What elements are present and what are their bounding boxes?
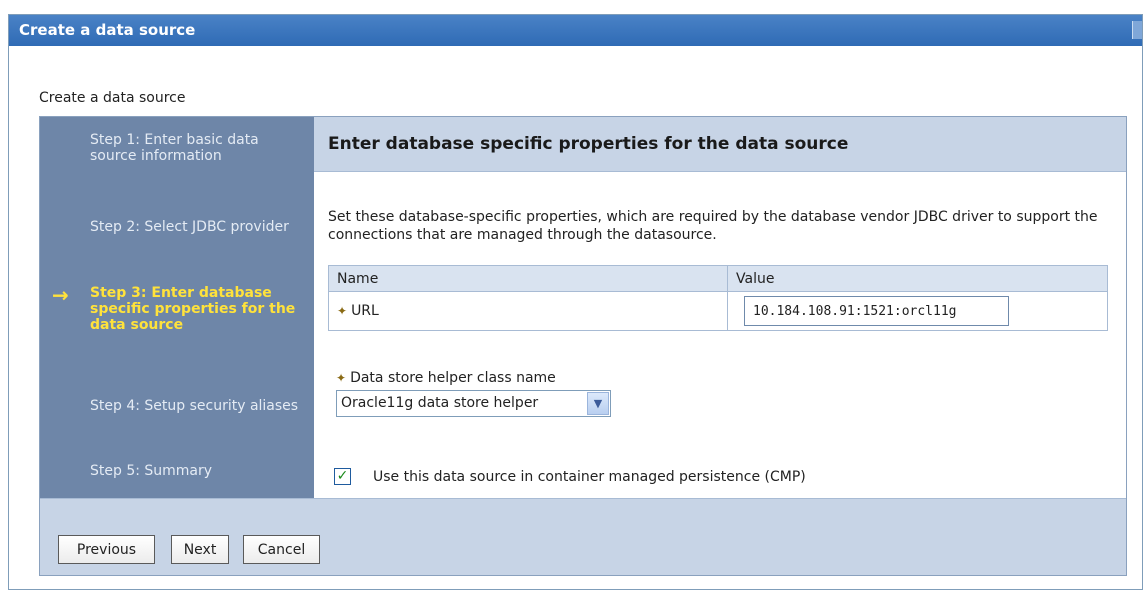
wizard-button-bar: Previous Next Cancel — [40, 498, 1126, 575]
required-icon: ✦ — [337, 304, 348, 318]
create-data-source-window: Create a data source Create a data sourc… — [8, 14, 1143, 590]
checkmark-icon: ✓ — [336, 468, 349, 484]
content-header: Enter database specific properties for t… — [314, 117, 1126, 172]
helper-class-label-text: Data store helper class name — [350, 370, 556, 386]
minimize-icon[interactable] — [1132, 21, 1142, 39]
step-2-link[interactable]: Step 2: Select JDBC provider — [90, 219, 300, 235]
step-4-link[interactable]: Step 4: Setup security aliases — [90, 398, 300, 414]
cancel-button[interactable]: Cancel — [243, 535, 320, 564]
property-value-cell — [727, 291, 1108, 331]
window-title: Create a data source — [19, 21, 196, 39]
column-header-value: Value — [727, 265, 1108, 292]
table-header-row: Name Value — [328, 265, 1108, 292]
right-arrow-icon: → — [52, 283, 69, 307]
step-content: Enter database specific properties for t… — [314, 117, 1126, 498]
window-title-bar: Create a data source — [9, 15, 1142, 46]
property-name: URL — [351, 303, 379, 319]
chevron-down-icon[interactable]: ▼ — [587, 392, 609, 415]
column-header-name: Name — [328, 265, 728, 292]
step-description: Set these database-specific properties, … — [328, 209, 1098, 243]
wizard-steps-sidebar: Step 1: Enter basic data source informat… — [40, 117, 314, 498]
helper-class-select[interactable]: Oracle11g data store helper ▼ — [336, 390, 611, 417]
step-1-link[interactable]: Step 1: Enter basic data source informat… — [90, 132, 300, 164]
wizard-panel: Step 1: Enter basic data source informat… — [39, 116, 1127, 576]
step-3-current: Step 3: Enter database specific properti… — [90, 285, 296, 333]
cmp-checkbox[interactable]: ✓ — [334, 468, 351, 485]
next-button[interactable]: Next — [171, 535, 229, 564]
cmp-checkbox-label: Use this data source in container manage… — [373, 469, 806, 485]
property-name-cell: ✦ URL — [328, 291, 728, 331]
table-row: ✦ URL — [328, 291, 1108, 331]
required-icon: ✦ — [336, 371, 347, 385]
helper-class-selected: Oracle11g data store helper — [341, 395, 539, 411]
step-5-link[interactable]: Step 5: Summary — [90, 463, 300, 479]
properties-table: Name Value ✦ URL — [328, 265, 1108, 331]
helper-class-label: ✦ Data store helper class name — [336, 370, 556, 386]
previous-button[interactable]: Previous — [58, 535, 155, 564]
url-input[interactable] — [744, 296, 1009, 326]
page-title: Create a data source — [39, 90, 186, 106]
